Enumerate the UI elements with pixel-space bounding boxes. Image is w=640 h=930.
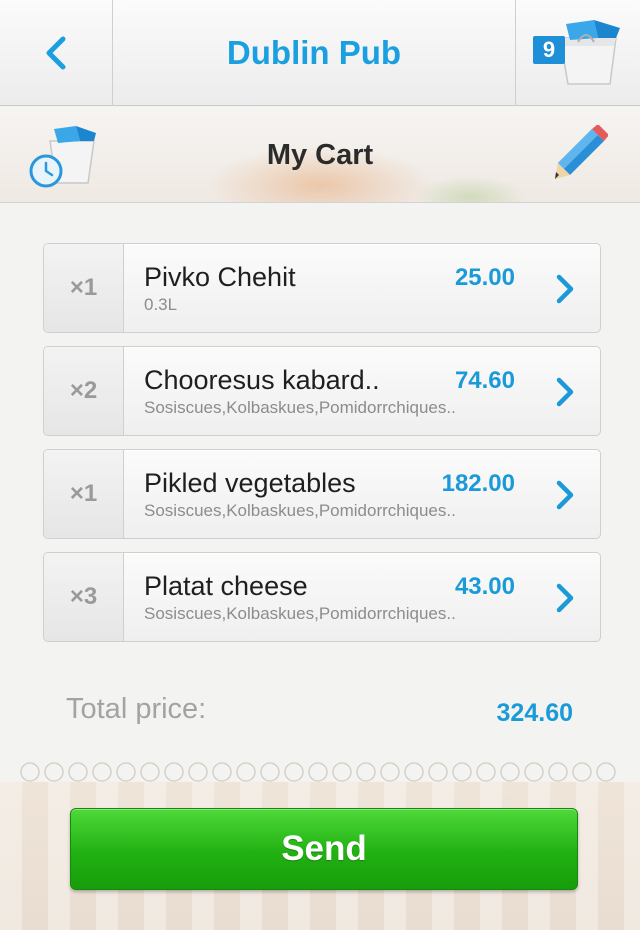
page-title: Dublin Pub (226, 34, 402, 71)
item-name: Platat cheese (144, 571, 308, 601)
total-price-label: Total price: (66, 693, 207, 725)
cart-item-list: ×1 Pivko Chehit 0.3L 25.00 ×2 Chooresus … (43, 243, 601, 655)
bag-clock-icon[interactable] (28, 125, 100, 191)
chevron-right-icon (556, 583, 574, 613)
cart-banner: My Cart (0, 107, 640, 203)
cart-count-badge: 9 (533, 36, 565, 64)
cart-item[interactable]: ×1 Pikled vegetables Sosiscues,Kolbaskue… (43, 449, 601, 539)
chevron-right-icon (556, 480, 574, 510)
item-description: 0.3L (144, 295, 178, 314)
item-quantity: ×2 (44, 347, 124, 435)
item-description: Sosiscues,Kolbaskues,Pomidorrchiques.. (144, 604, 456, 623)
item-price: 182.00 (441, 470, 515, 497)
item-name: Pikled vegetables (144, 468, 356, 498)
item-name: Chooresus kabard.. (144, 365, 380, 395)
chevron-right-icon (556, 274, 574, 304)
scalloped-edge (0, 762, 640, 782)
item-quantity: ×3 (44, 553, 124, 641)
item-name: Pivko Chehit (144, 262, 296, 292)
item-quantity: ×1 (44, 244, 124, 332)
item-price: 43.00 (454, 573, 515, 600)
back-button[interactable] (0, 0, 113, 106)
item-quantity: ×1 (44, 450, 124, 538)
item-price: 25.00 (454, 264, 515, 291)
send-button[interactable]: Send (70, 808, 578, 890)
cart-item[interactable]: ×3 Platat cheese Sosiscues,Kolbaskues,Po… (43, 552, 601, 642)
cart-item[interactable]: ×1 Pivko Chehit 0.3L 25.00 (43, 243, 601, 333)
cart-button[interactable]: 9 (515, 0, 640, 106)
item-price: 74.60 (454, 367, 515, 394)
cart-item[interactable]: ×2 Chooresus kabard.. Sosiscues,Kolbasku… (43, 346, 601, 436)
chevron-left-icon (46, 36, 66, 70)
item-description: Sosiscues,Kolbaskues,Pomidorrchiques.. (144, 501, 456, 520)
total-price-value: 324.60 (496, 699, 573, 727)
item-description: Sosiscues,Kolbaskues,Pomidorrchiques.. (144, 398, 456, 417)
chevron-right-icon (556, 377, 574, 407)
pencil-icon[interactable] (552, 125, 608, 181)
nav-bar: Dublin Pub 9 (0, 0, 640, 106)
